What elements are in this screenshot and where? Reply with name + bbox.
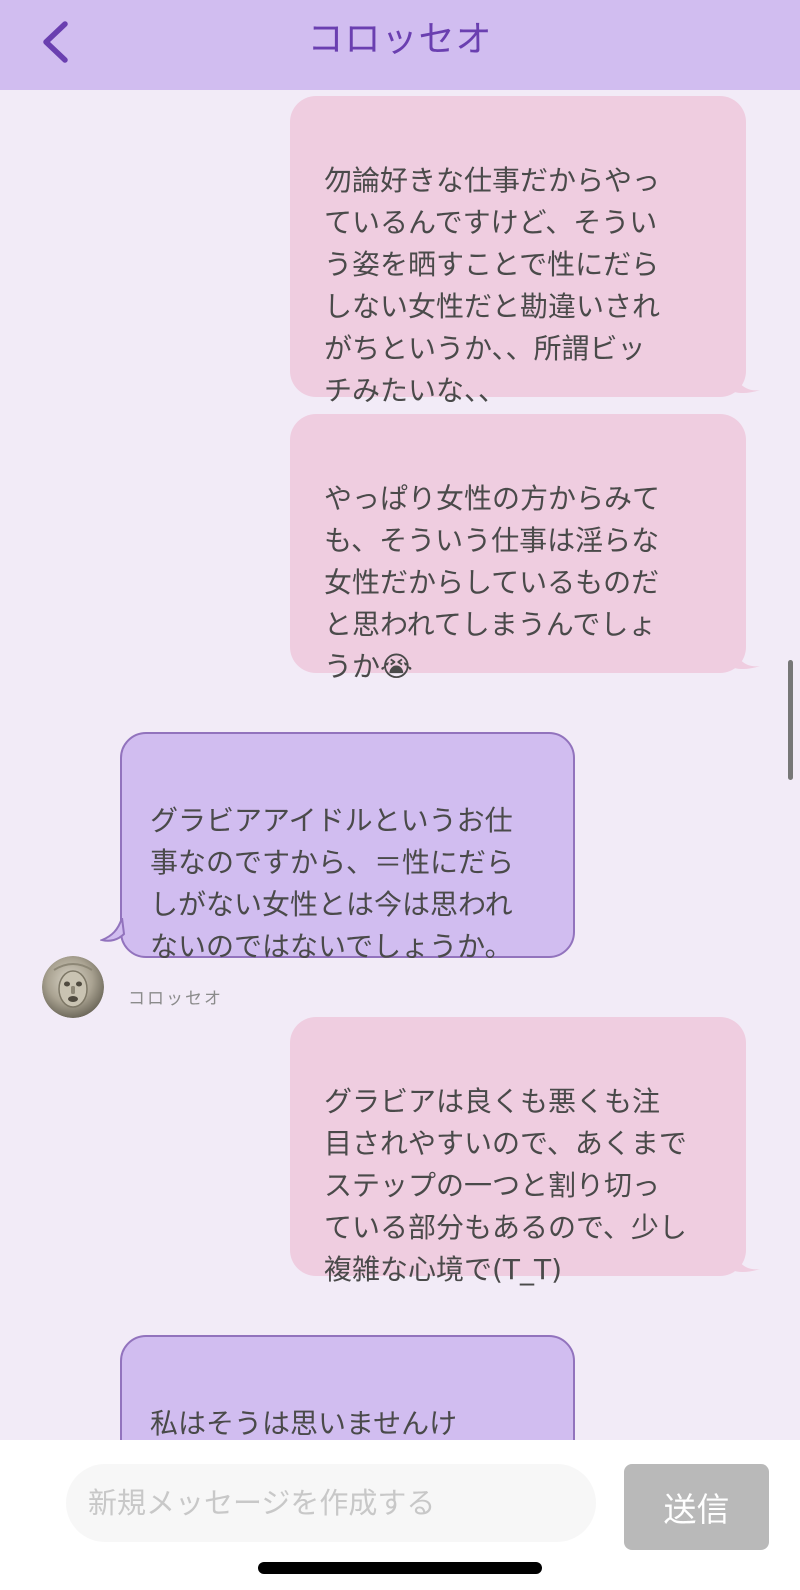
message-input[interactable] — [66, 1464, 596, 1542]
bubble-tail-received — [100, 918, 126, 942]
message-text: 勿論好きな仕事だからやっ ているんですけど、そうい う姿を晒すことで性にだら し… — [324, 164, 661, 407]
message-bubble-sent: 勿論好きな仕事だからやっ ているんですけど、そうい う姿を晒すことで性にだら し… — [290, 96, 746, 407]
avatar[interactable] — [42, 956, 104, 1018]
message-bubble-sent: グラビアは良くも悪くも注 目されやすいので、あくまで ステップの一つと割り切っ … — [290, 1017, 746, 1286]
header-bar: コロッセオ — [0, 0, 800, 90]
message-text: やっぱり女性の方からみて も、そういう仕事は淫らな 女性だからしているものだ と… — [324, 482, 661, 683]
message-bubble-sent: やっぱり女性の方からみて も、そういう仕事は淫らな 女性だからしているものだ と… — [290, 414, 746, 683]
message-bubble-received: グラビアアイドルというお仕 事なのですから、＝性にだら しがない女性とは今は思わ… — [120, 732, 575, 963]
message-text: グラビアアイドルというお仕 事なのですから、＝性にだら しがない女性とは今は思わ… — [150, 804, 515, 963]
page-title: コロッセオ — [307, 19, 493, 60]
crying-face-emoji: 😭 — [380, 650, 413, 683]
sender-name: コロッセオ — [128, 989, 223, 1009]
send-button[interactable]: 送信 — [624, 1464, 769, 1550]
bubble-tail-sent — [730, 644, 760, 669]
avatar-image — [42, 956, 104, 1018]
home-indicator — [258, 1562, 542, 1574]
message-text: グラビアは良くも悪くも注 目されやすいので、あくまで ステップの一つと割り切っ … — [324, 1085, 687, 1286]
message-composer: 送信 — [0, 1440, 800, 1590]
scrollbar-thumb[interactable] — [788, 660, 793, 780]
bubble-tail-sent — [730, 368, 760, 393]
bubble-tail-sent — [730, 1247, 760, 1272]
